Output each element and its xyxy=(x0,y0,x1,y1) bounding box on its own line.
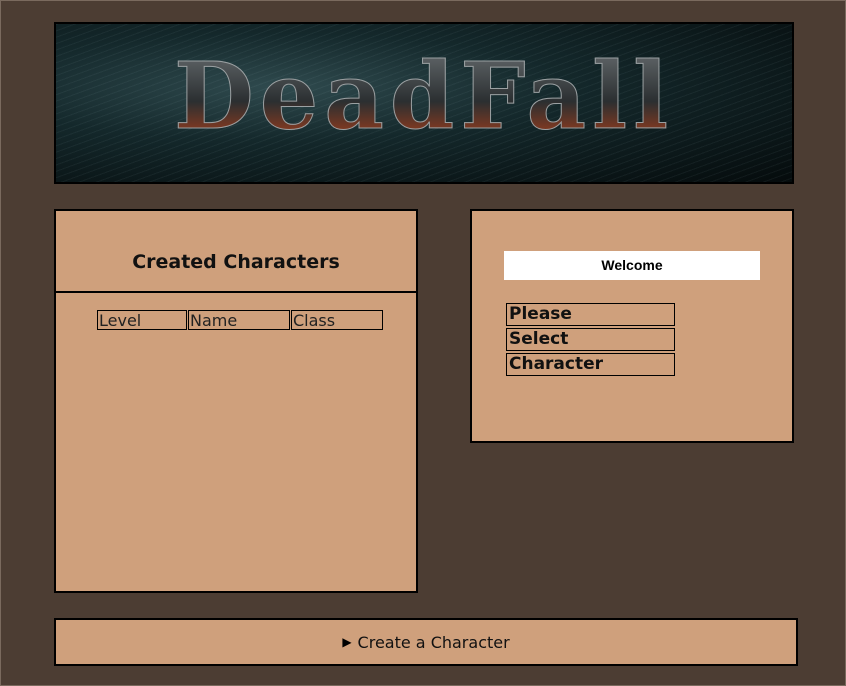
message-line: Please xyxy=(506,303,675,326)
game-logo: DeadFall xyxy=(56,42,792,151)
message-line: Select xyxy=(506,328,675,351)
welcome-title: Welcome xyxy=(504,251,760,280)
create-character-label: Create a Character xyxy=(357,632,510,652)
header-banner: DeadFall xyxy=(54,22,794,184)
welcome-panel: Welcome Please Select Character xyxy=(470,209,794,443)
created-characters-header: Created Characters xyxy=(56,211,416,293)
select-character-message: Please Select Character xyxy=(506,303,675,378)
message-line: Character xyxy=(506,353,675,376)
characters-table-header: Level Name Class xyxy=(97,310,383,330)
column-header-name: Name xyxy=(188,310,290,330)
created-characters-title: Created Characters xyxy=(132,251,340,273)
create-character-toggle[interactable]: ▶ Create a Character xyxy=(54,618,798,666)
created-characters-panel: Created Characters Level Name Class xyxy=(54,209,418,593)
disclosure-triangle-icon: ▶ xyxy=(342,635,352,649)
column-header-level: Level xyxy=(97,310,187,330)
column-header-class: Class xyxy=(291,310,383,330)
